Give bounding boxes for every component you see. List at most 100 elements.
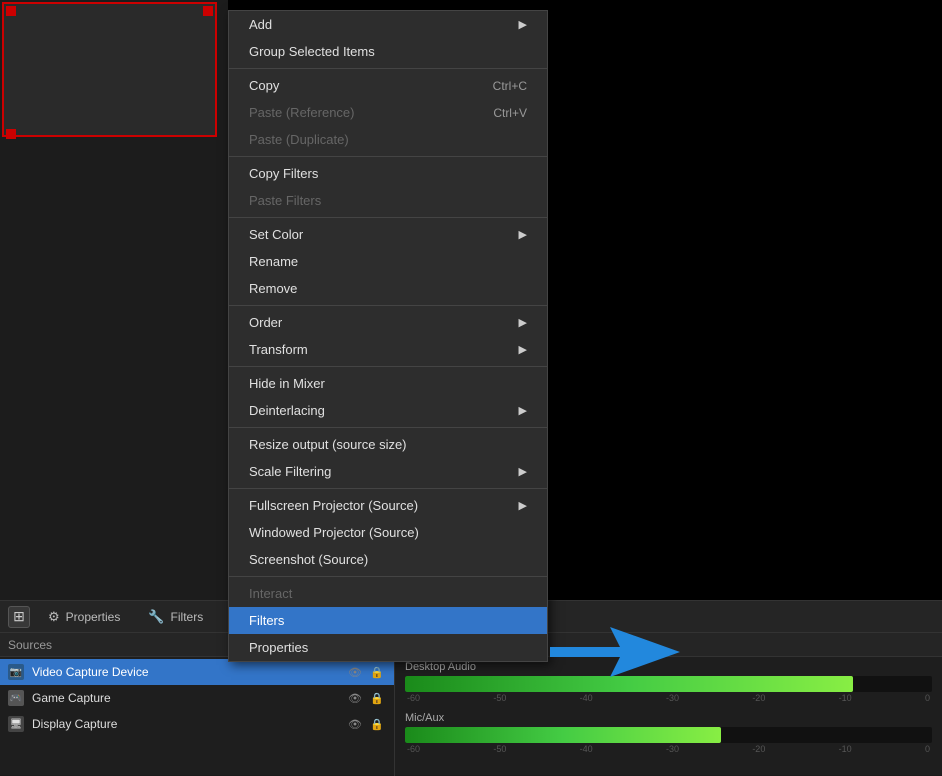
menu-item-add[interactable]: Add▶ xyxy=(229,11,547,38)
menu-item-order[interactable]: Order ▶ xyxy=(229,309,547,336)
submenu-arrow-transform: ▶ xyxy=(519,343,527,356)
volume-ticks-desktop-audio: -60-50-40-30-20-100 xyxy=(405,692,932,704)
source-item-game-capture[interactable]: 🎮Game Capture👁🔒 xyxy=(0,685,394,711)
menu-item-copy-filters[interactable]: Copy Filters xyxy=(229,160,547,187)
menu-item-windowed-projector[interactable]: Windowed Projector (Source) xyxy=(229,519,547,546)
tick-label: -40 xyxy=(580,744,593,754)
menu-item-screenshot[interactable]: Screenshot (Source) xyxy=(229,546,547,573)
lock-btn-game-capture[interactable]: 🔒 xyxy=(368,689,386,707)
context-menu: Add▶Group Selected ItemsCopyCtrl+CPaste … xyxy=(228,10,548,662)
tick-label: -60 xyxy=(407,744,420,754)
volume-ticks-mic-aux: -60-50-40-30-20-100 xyxy=(405,743,932,755)
menu-label-hide-in-mixer: Hide in Mixer xyxy=(249,376,325,391)
menu-label-properties: Properties xyxy=(249,640,308,655)
menu-item-paste-filters: Paste Filters xyxy=(229,187,547,214)
lock-btn-video-capture[interactable]: 🔒 xyxy=(368,663,386,681)
menu-item-fullscreen-projector[interactable]: Fullscreen Projector (Source) ▶ xyxy=(229,492,547,519)
tick-label: -40 xyxy=(580,693,593,703)
red-border-box xyxy=(2,2,217,137)
menu-divider-after-group-selected xyxy=(229,68,547,69)
menu-item-group-selected[interactable]: Group Selected Items xyxy=(229,38,547,65)
camera-icon: 📷 xyxy=(8,664,24,680)
sources-header-label: Sources xyxy=(8,638,52,652)
game-icon: 🎮 xyxy=(8,690,24,706)
menu-item-hide-in-mixer[interactable]: Hide in Mixer xyxy=(229,370,547,397)
filters-icon: 🔧 xyxy=(148,609,164,625)
tick-label: -30 xyxy=(666,693,679,703)
menu-label-filters: Filters xyxy=(249,613,284,628)
tab-filters[interactable]: 🔧 Filters xyxy=(136,605,215,629)
source-item-display-capture[interactable]: 🖥 Display Capture 👁🔒 xyxy=(0,711,394,737)
channel-name-mic-aux: Mic/Aux xyxy=(405,712,932,724)
tick-label: -20 xyxy=(752,693,765,703)
preview-area: Add▶Group Selected ItemsCopyCtrl+CPaste … xyxy=(0,0,942,600)
source-name-display-capture: Display Capture xyxy=(32,717,338,731)
menu-shortcut-copy: Ctrl+C xyxy=(493,79,527,93)
menu-item-transform[interactable]: Transform▶ xyxy=(229,336,547,363)
visibility-btn-game-capture[interactable]: 👁 xyxy=(346,689,364,707)
menu-label-add: Add xyxy=(249,17,272,32)
menu-divider-after-paste-duplicate xyxy=(229,156,547,157)
properties-icon: ⚙ xyxy=(48,609,60,625)
red-corner-tr xyxy=(203,6,213,16)
capture-box xyxy=(0,0,228,600)
menu-divider-after-scale-filtering xyxy=(229,488,547,489)
source-controls-display-capture: 👁🔒 xyxy=(346,715,386,733)
red-corner-tl xyxy=(6,6,16,16)
channel-mic-aux: Mic/Aux-60-50-40-30-20-100 xyxy=(395,708,942,759)
tab-filters-label: Filters xyxy=(171,610,204,624)
menu-label-order: Order xyxy=(249,315,282,330)
menu-label-scale-filtering: Scale Filtering xyxy=(249,464,331,479)
submenu-arrow-deinterlacing: ▶ xyxy=(519,404,527,417)
menu-label-deinterlacing: Deinterlacing xyxy=(249,403,325,418)
source-item-video-capture[interactable]: 📷 Video Capture Device 👁🔒 xyxy=(0,659,394,685)
menu-label-group-selected: Group Selected Items xyxy=(249,44,375,59)
menu-label-remove: Remove xyxy=(249,281,297,296)
menu-label-set-color: Set Color xyxy=(249,227,303,242)
menu-item-filters[interactable]: Filters xyxy=(229,607,547,634)
menu-divider-after-remove xyxy=(229,305,547,306)
submenu-arrow-set-color: ▶ xyxy=(519,228,527,241)
tab-properties[interactable]: ⚙ Properties xyxy=(36,605,132,629)
menu-item-resize-output[interactable]: Resize output (source size) xyxy=(229,431,547,458)
menu-label-screenshot: Screenshot (Source) xyxy=(249,552,368,567)
submenu-arrow-order: ▶ xyxy=(519,316,527,329)
display-icon: 🖥 xyxy=(8,716,24,732)
menu-label-rename: Rename xyxy=(249,254,298,269)
volume-bar-container-mic-aux[interactable] xyxy=(405,727,932,743)
blue-arrow xyxy=(550,627,680,680)
tick-label: -30 xyxy=(666,744,679,754)
menu-item-paste-reference: Paste (Reference) Ctrl+V xyxy=(229,99,547,126)
menu-label-resize-output: Resize output (source size) xyxy=(249,437,407,452)
menu-label-paste-duplicate: Paste (Duplicate) xyxy=(249,132,349,147)
menu-item-rename[interactable]: Rename xyxy=(229,248,547,275)
tick-label: -50 xyxy=(493,744,506,754)
menu-item-copy[interactable]: Copy Ctrl+C xyxy=(229,72,547,99)
source-controls-video-capture: 👁🔒 xyxy=(346,663,386,681)
tick-label: 0 xyxy=(925,693,930,703)
menu-label-fullscreen-projector: Fullscreen Projector (Source) xyxy=(249,498,418,513)
menu-item-properties[interactable]: Properties xyxy=(229,634,547,661)
menu-item-paste-duplicate: Paste (Duplicate) xyxy=(229,126,547,153)
menu-item-set-color[interactable]: Set Color ▶ xyxy=(229,221,547,248)
menu-shortcut-paste-reference: Ctrl+V xyxy=(493,106,527,120)
submenu-arrow-fullscreen-projector: ▶ xyxy=(519,499,527,512)
source-list: 📷Video Capture Device👁🔒🎮Game Capture👁🔒🖥D… xyxy=(0,657,394,739)
tick-label: -10 xyxy=(839,693,852,703)
source-name-video-capture: Video Capture Device xyxy=(32,665,338,679)
tab-properties-label: Properties xyxy=(66,610,121,624)
tick-label: 0 xyxy=(925,744,930,754)
visibility-btn-video-capture[interactable]: 👁 xyxy=(346,663,364,681)
visibility-btn-display-capture[interactable]: 👁 xyxy=(346,715,364,733)
menu-label-interact: Interact xyxy=(249,586,292,601)
menu-item-deinterlacing[interactable]: Deinterlacing ▶ xyxy=(229,397,547,424)
menu-item-remove[interactable]: Remove xyxy=(229,275,547,302)
tick-label: -10 xyxy=(839,744,852,754)
menu-item-scale-filtering[interactable]: Scale Filtering▶ xyxy=(229,458,547,485)
menu-divider-after-screenshot xyxy=(229,576,547,577)
menu-label-paste-reference: Paste (Reference) xyxy=(249,105,355,120)
menu-label-copy: Copy xyxy=(249,78,279,93)
scenes-toolbar-btn[interactable]: ⊞ xyxy=(8,606,30,628)
tick-label: -60 xyxy=(407,693,420,703)
lock-btn-display-capture[interactable]: 🔒 xyxy=(368,715,386,733)
